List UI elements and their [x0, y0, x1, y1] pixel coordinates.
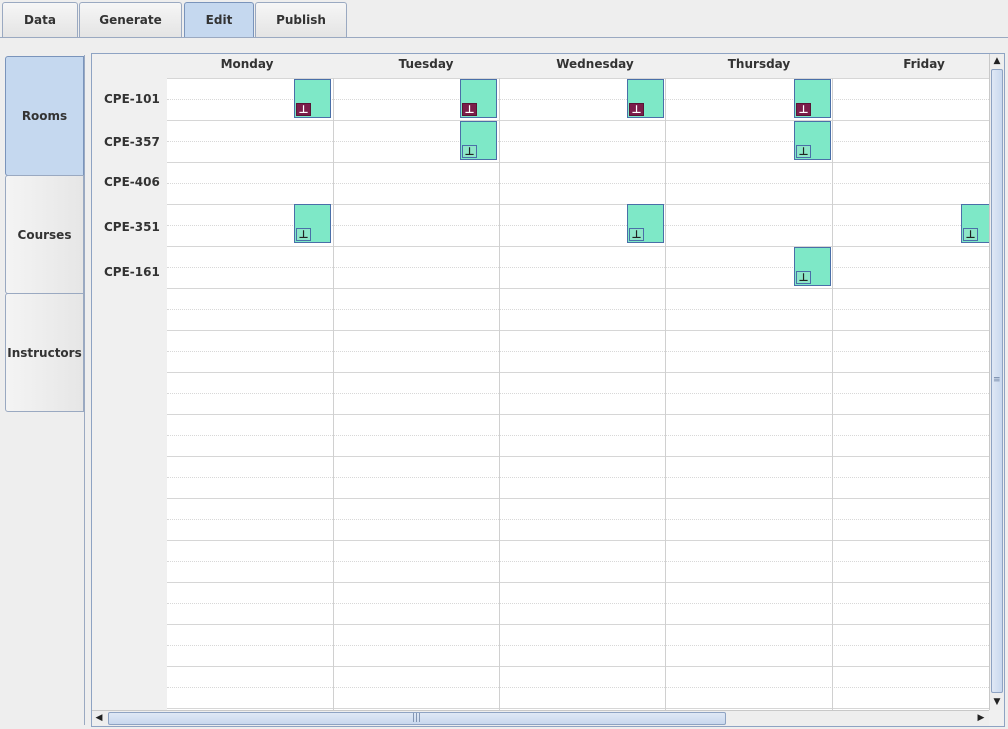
- grip-icon: |||: [412, 713, 422, 723]
- schedule-panel: Monday Tuesday Wednesday Thursday Friday CPE…: [91, 53, 1005, 727]
- class-block[interactable]: ⊥: [294, 204, 331, 243]
- grid-line: [167, 624, 989, 625]
- grid-line: [167, 540, 989, 541]
- scroll-down-icon[interactable]: ▼: [990, 695, 1004, 709]
- room-label-cpe-357: CPE-357: [104, 135, 160, 149]
- day-header-tuesday: Tuesday: [398, 57, 454, 71]
- tab-label: Generate: [99, 13, 162, 27]
- grid-line: [167, 99, 989, 100]
- grid-line: [167, 183, 989, 184]
- grid-line: [167, 477, 989, 478]
- main-tab-bar: Data Generate Edit Publish: [0, 0, 1008, 38]
- pushpin-icon[interactable]: ⊥: [462, 145, 477, 158]
- class-block[interactable]: ⊥: [794, 79, 831, 118]
- grid-line: [167, 372, 989, 373]
- vertical-scroll-thumb[interactable]: ≡: [991, 69, 1003, 693]
- grid-line: [167, 561, 989, 562]
- pushpin-icon[interactable]: ⊥: [629, 103, 644, 116]
- side-tab-divider: [84, 55, 85, 725]
- grid-line: [167, 330, 989, 331]
- grid-line: [167, 78, 989, 79]
- pushpin-icon[interactable]: ⊥: [629, 228, 644, 241]
- pushpin-icon[interactable]: ⊥: [296, 228, 311, 241]
- grid-line: [167, 708, 989, 709]
- grid-line: [167, 162, 989, 163]
- tab-edit[interactable]: Edit: [184, 2, 254, 37]
- tab-publish[interactable]: Publish: [255, 2, 347, 37]
- day-divider: [832, 78, 833, 710]
- grid-line: [167, 687, 989, 688]
- pushpin-icon[interactable]: ⊥: [296, 103, 311, 116]
- class-block[interactable]: ⊥: [627, 204, 664, 243]
- side-tab-label: Instructors: [7, 345, 82, 360]
- pushpin-icon[interactable]: ⊥: [796, 103, 811, 116]
- grid-line: [167, 435, 989, 436]
- class-block[interactable]: ⊥: [460, 121, 497, 160]
- tab-label: Publish: [276, 13, 326, 27]
- grid-line: [167, 225, 989, 226]
- class-block[interactable]: ⊥: [294, 79, 331, 118]
- room-label-cpe-351: CPE-351: [104, 220, 160, 234]
- grid-line: [167, 456, 989, 457]
- room-label-cpe-406: CPE-406: [104, 175, 160, 189]
- side-tab-label: Rooms: [21, 109, 68, 123]
- side-tab-instructors[interactable]: Instructors: [5, 293, 84, 412]
- pushpin-icon[interactable]: ⊥: [796, 145, 811, 158]
- side-tab-courses[interactable]: Courses: [5, 175, 84, 294]
- day-header-thursday: Thursday: [727, 57, 791, 71]
- tab-generate[interactable]: Generate: [79, 2, 182, 37]
- grid-line: [167, 666, 989, 667]
- grid-line: [167, 645, 989, 646]
- day-divider: [333, 78, 334, 710]
- grid-line: [167, 141, 989, 142]
- horizontal-scrollbar[interactable]: ◀ ||| ▶: [92, 710, 989, 726]
- day-divider: [665, 78, 666, 710]
- day-header-monday: Monday: [220, 57, 274, 71]
- room-label-cpe-161: CPE-161: [104, 265, 160, 279]
- scroll-right-icon[interactable]: ▶: [974, 711, 988, 725]
- pushpin-icon[interactable]: ⊥: [963, 228, 978, 241]
- grid-line: [167, 603, 989, 604]
- class-block[interactable]: ⊥: [460, 79, 497, 118]
- class-block[interactable]: ⊥: [961, 204, 989, 243]
- class-block[interactable]: ⊥: [794, 247, 831, 286]
- tab-data[interactable]: Data: [2, 2, 78, 37]
- grid-line: [167, 267, 989, 268]
- room-label-cpe-101: CPE-101: [104, 92, 160, 106]
- grid-line: [167, 351, 989, 352]
- day-header-wednesday: Wednesday: [556, 57, 634, 71]
- tab-label: Data: [24, 13, 56, 27]
- grid-line: [167, 582, 989, 583]
- scroll-left-icon[interactable]: ◀: [92, 711, 106, 725]
- horizontal-scroll-thumb[interactable]: |||: [108, 712, 726, 725]
- vertical-scrollbar[interactable]: ▲ ≡ ▼: [989, 54, 1004, 710]
- grid-line: [167, 120, 989, 121]
- side-tab-rooms[interactable]: Rooms: [5, 56, 84, 176]
- schedule-grid[interactable]: ⊥ ⊥ ⊥ ⊥ ⊥ ⊥ ⊥ ⊥ ⊥ ⊥: [167, 78, 989, 710]
- scroll-up-icon[interactable]: ▲: [990, 54, 1004, 68]
- grid-line: [167, 498, 989, 499]
- day-divider: [499, 78, 500, 710]
- tab-label: Edit: [205, 13, 233, 27]
- tab-divider: [0, 37, 1008, 38]
- pushpin-icon[interactable]: ⊥: [796, 271, 811, 284]
- grid-line: [167, 309, 989, 310]
- side-tab-label: Courses: [17, 227, 72, 242]
- grid-line: [167, 288, 989, 289]
- grid-line: [167, 246, 989, 247]
- grid-line: [167, 414, 989, 415]
- day-header-friday: Friday: [903, 57, 945, 71]
- grip-icon: ≡: [993, 375, 1001, 385]
- class-block[interactable]: ⊥: [794, 121, 831, 160]
- pushpin-icon[interactable]: ⊥: [462, 103, 477, 116]
- grid-line: [167, 519, 989, 520]
- grid-line: [167, 393, 989, 394]
- class-block[interactable]: ⊥: [627, 79, 664, 118]
- grid-line: [167, 204, 989, 205]
